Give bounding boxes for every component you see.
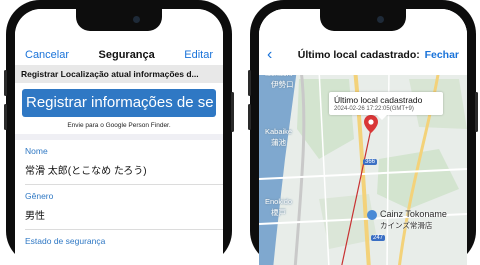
field-label: Estado de segurança bbox=[25, 236, 106, 246]
volume-up-button bbox=[4, 70, 7, 96]
cancel-button[interactable]: Cancelar bbox=[25, 49, 69, 61]
map-label: Kabaike bbox=[265, 127, 293, 136]
register-button-wrap: Registrar informações de se bbox=[15, 83, 223, 119]
map-label: Enokido bbox=[265, 197, 293, 206]
route-number-badge: 247 bbox=[371, 235, 386, 241]
map-label: Cainz Tokoname bbox=[380, 209, 447, 219]
field-name[interactable]: Nome 常滑 太郎(とこなめ たろう) bbox=[15, 140, 223, 184]
left-phone-frame: Cancelar Segurança Editar Registrar Loca… bbox=[4, 0, 234, 265]
field-safety-status[interactable]: Estado de segurança bbox=[15, 230, 223, 246]
chevron-left-icon[interactable]: ‹ bbox=[267, 46, 287, 64]
nav-bar: Cancelar Segurança Editar bbox=[15, 45, 223, 65]
field-value: 男性 bbox=[25, 211, 45, 222]
map-label: 伊勢口 bbox=[271, 80, 294, 89]
right-phone-frame: Isekuchi 伊勢口 Kabaike 蒲池 Enokido 榎戸 Cainz… bbox=[248, 0, 478, 265]
register-note: Envie para o Google Person Finder. bbox=[67, 122, 171, 129]
location-pin-icon[interactable] bbox=[364, 115, 378, 133]
callout-title: Último local cadastrado bbox=[334, 95, 423, 105]
volume-up-button bbox=[248, 70, 251, 96]
power-button bbox=[231, 92, 234, 132]
section-subtitle: Registrar Localização atual informações … bbox=[15, 65, 223, 83]
map-label: 蒲池 bbox=[271, 138, 286, 147]
power-button bbox=[475, 92, 478, 132]
page-title: Último local cadastrado: bbox=[297, 49, 420, 61]
field-value: 常滑 太郎(とこなめ たろう) bbox=[25, 166, 147, 177]
left-screen: Cancelar Segurança Editar Registrar Loca… bbox=[15, 9, 223, 265]
right-screen: Isekuchi 伊勢口 Kabaike 蒲池 Enokido 榎戸 Cainz… bbox=[259, 9, 467, 265]
map-label: 榎戸 bbox=[271, 208, 286, 217]
location-callout[interactable]: Último local cadastrado 2024-02-26 17:22… bbox=[329, 92, 443, 120]
field-label: Gênero bbox=[25, 191, 54, 201]
volume-down-button bbox=[4, 104, 7, 130]
map-label: カインズ常滑店 bbox=[380, 221, 433, 230]
volume-down-button bbox=[248, 104, 251, 130]
close-button[interactable]: Fechar bbox=[425, 49, 459, 61]
camera-icon bbox=[133, 16, 140, 23]
store-pin-icon[interactable] bbox=[367, 210, 377, 220]
notch bbox=[320, 9, 406, 31]
callout-timestamp: 2024-02-26 17:22:05(GMT+9) bbox=[334, 106, 414, 112]
edit-button[interactable]: Editar bbox=[184, 49, 213, 61]
nav-bar: ‹ Último local cadastrado: Fechar bbox=[259, 45, 467, 65]
register-info-button[interactable]: Registrar informações de se bbox=[22, 89, 216, 117]
page-title: Segurança bbox=[98, 49, 155, 61]
route-number-badge: 366 bbox=[363, 159, 378, 165]
camera-icon bbox=[377, 16, 384, 23]
notch bbox=[76, 9, 162, 31]
field-label: Nome bbox=[25, 146, 48, 156]
field-gender[interactable]: Gênero 男性 bbox=[15, 185, 223, 229]
